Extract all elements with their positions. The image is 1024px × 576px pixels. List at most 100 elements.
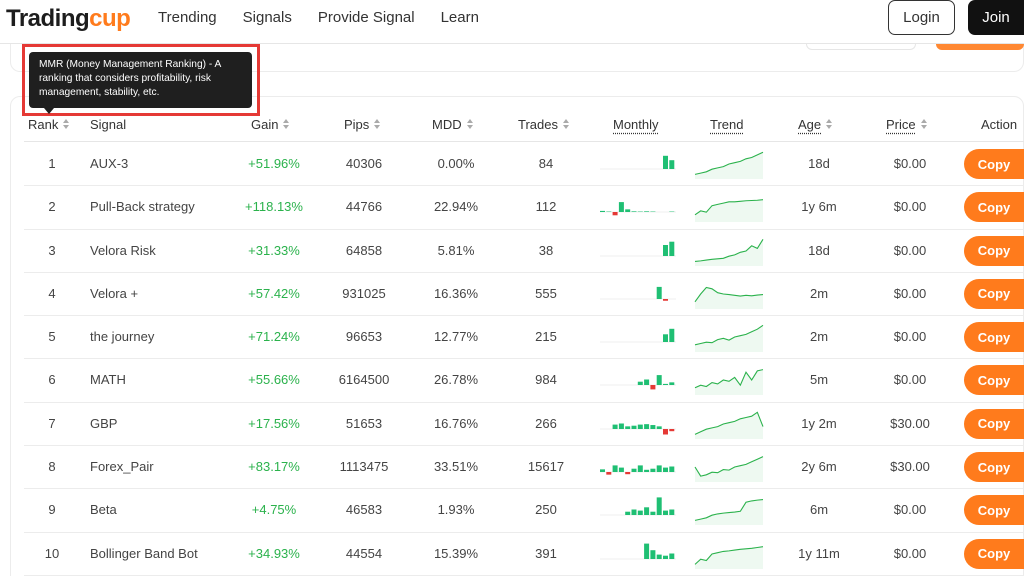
copy-button[interactable]: Copy — [964, 149, 1024, 179]
price-cell: $0.00 — [893, 285, 927, 301]
nav-provide-signal[interactable]: Provide Signal — [318, 9, 415, 26]
monthly-bar — [631, 211, 637, 213]
monthly-bar — [625, 209, 631, 213]
age-cell: 1y 2m — [801, 415, 837, 431]
nav-signals[interactable]: Signals — [243, 9, 292, 26]
monthly-bar — [663, 298, 668, 301]
signal-name-link[interactable]: Beta — [90, 502, 117, 517]
filter-action-button[interactable] — [936, 44, 1024, 50]
sort-icon — [466, 119, 474, 130]
monthly-bar — [656, 286, 662, 299]
monthly-bar — [637, 424, 643, 429]
monthly-bar — [663, 428, 668, 435]
mdd-cell: 16.36% — [433, 285, 479, 301]
login-button[interactable]: Login — [888, 0, 955, 35]
table-row[interactable]: 6 MATH +55.66% 6164500 26.78% 984 5m $0.… — [24, 359, 1024, 403]
signal-name-link[interactable]: Forex_Pair — [90, 459, 154, 474]
signal-name-link[interactable]: MATH — [90, 372, 126, 387]
signal-name-link[interactable]: Velora + — [90, 286, 138, 301]
monthly-bar-chart — [600, 375, 676, 390]
monthly-bar-chart — [600, 328, 676, 343]
copy-button[interactable]: Copy — [964, 408, 1024, 439]
monthly-bar — [644, 423, 650, 429]
brand-logo[interactable]: Tradingcup — [6, 5, 131, 33]
trend-sparkline — [694, 545, 764, 569]
monthly-bar — [631, 425, 637, 429]
header-age-label: Age — [798, 117, 822, 132]
header-gain[interactable]: Gain — [251, 117, 290, 132]
table-row[interactable]: 8 Forex_Pair +83.17% 1113475 33.51% 1561… — [24, 446, 1024, 490]
join-button[interactable]: Join — [968, 0, 1024, 35]
copy-button[interactable]: Copy — [964, 278, 1024, 309]
monthly-bar — [669, 382, 675, 386]
trend-area — [695, 456, 763, 483]
nav-trending[interactable]: Trending — [158, 9, 217, 26]
header-signal: Signal — [90, 117, 127, 132]
header-pips[interactable]: Pips — [344, 117, 381, 132]
header-age[interactable]: Age — [798, 117, 833, 132]
copy-button[interactable]: Copy — [964, 452, 1024, 483]
brand-logo-part2: cup — [89, 5, 131, 32]
copy-button[interactable]: Copy — [964, 235, 1024, 266]
monthly-bar — [669, 466, 675, 473]
monthly-bar — [663, 510, 668, 516]
signal-name-link[interactable]: the journey — [90, 329, 154, 344]
table-row[interactable]: 2 Pull-Back strategy +118.13% 44766 22.9… — [24, 186, 1024, 230]
monthly-bar — [650, 512, 656, 516]
mdd-cell: 16.76% — [433, 415, 479, 431]
monthly-bar — [606, 472, 612, 475]
monthly-bar — [631, 509, 637, 516]
main-nav: Trending Signals Provide Signal Learn — [158, 9, 479, 26]
rank-cell: 4 — [48, 285, 56, 301]
sort-icon — [826, 119, 833, 130]
age-cell: 5m — [809, 372, 829, 388]
table-row[interactable]: 9 Beta +4.75% 46583 1.93% 250 6m $0.00 C… — [24, 489, 1024, 533]
trend-area — [695, 325, 763, 353]
monthly-bar — [618, 202, 624, 213]
pips-cell: 51653 — [345, 415, 383, 431]
copy-button[interactable]: Copy — [964, 495, 1024, 526]
rank-cell: 10 — [44, 545, 60, 561]
monthly-bar-chart — [600, 241, 676, 256]
monthly-bar — [637, 510, 643, 516]
sort-icon — [562, 119, 570, 130]
monthly-bar-chart — [600, 286, 676, 301]
trend-sparkline — [694, 369, 764, 396]
trend-area — [695, 370, 763, 396]
signal-name-link[interactable]: Pull-Back strategy — [90, 199, 195, 214]
mdd-cell: 15.39% — [433, 545, 479, 561]
table-row[interactable]: 4 Velora + +57.42% 931025 16.36% 555 2m … — [24, 273, 1024, 317]
copy-button[interactable]: Copy — [964, 538, 1024, 569]
filter-dropdown[interactable] — [806, 44, 916, 50]
mdd-cell: 22.94% — [433, 199, 479, 215]
trades-cell: 266 — [535, 415, 557, 431]
copy-button[interactable]: Copy — [964, 365, 1024, 396]
monthly-bar — [644, 543, 650, 559]
copy-button[interactable]: Copy — [964, 322, 1024, 353]
header-mdd[interactable]: MDD — [432, 117, 474, 132]
monthly-bar — [669, 553, 675, 559]
table-row[interactable]: 10 Bollinger Band Bot +34.93% 44554 15.3… — [24, 533, 1024, 576]
header-price[interactable]: Price — [886, 117, 928, 132]
signal-name-link[interactable]: GBP — [90, 416, 117, 431]
signal-name-link[interactable]: Bollinger Band Bot — [90, 546, 198, 561]
monthly-bar — [644, 211, 650, 213]
monthly-bar — [644, 379, 650, 386]
signal-name-link[interactable]: Velora Risk — [90, 243, 156, 258]
monthly-bar — [600, 211, 605, 213]
nav-learn[interactable]: Learn — [441, 9, 479, 26]
copy-button[interactable]: Copy — [964, 192, 1024, 223]
table-row[interactable]: 7 GBP +17.56% 51653 16.76% 266 1y 2m $30… — [24, 403, 1024, 447]
trend-area — [695, 152, 763, 179]
table-row[interactable]: 1 AUX-3 +51.96% 40306 0.00% 84 18d $0.00… — [24, 143, 1024, 187]
header-trades-label: Trades — [518, 117, 558, 132]
header-rank[interactable]: Rank — [28, 117, 70, 132]
header-trades[interactable]: Trades — [518, 117, 570, 132]
signal-name-link[interactable]: AUX-3 — [90, 156, 128, 171]
price-cell: $0.00 — [893, 545, 927, 561]
monthly-bar — [669, 241, 675, 256]
table-row[interactable]: 5 the journey +71.24% 96653 12.77% 215 2… — [24, 316, 1024, 360]
trades-cell: 112 — [535, 199, 557, 215]
table-row[interactable]: 3 Velora Risk +31.33% 64858 5.81% 38 18d… — [24, 230, 1024, 273]
sort-icon — [63, 119, 70, 130]
